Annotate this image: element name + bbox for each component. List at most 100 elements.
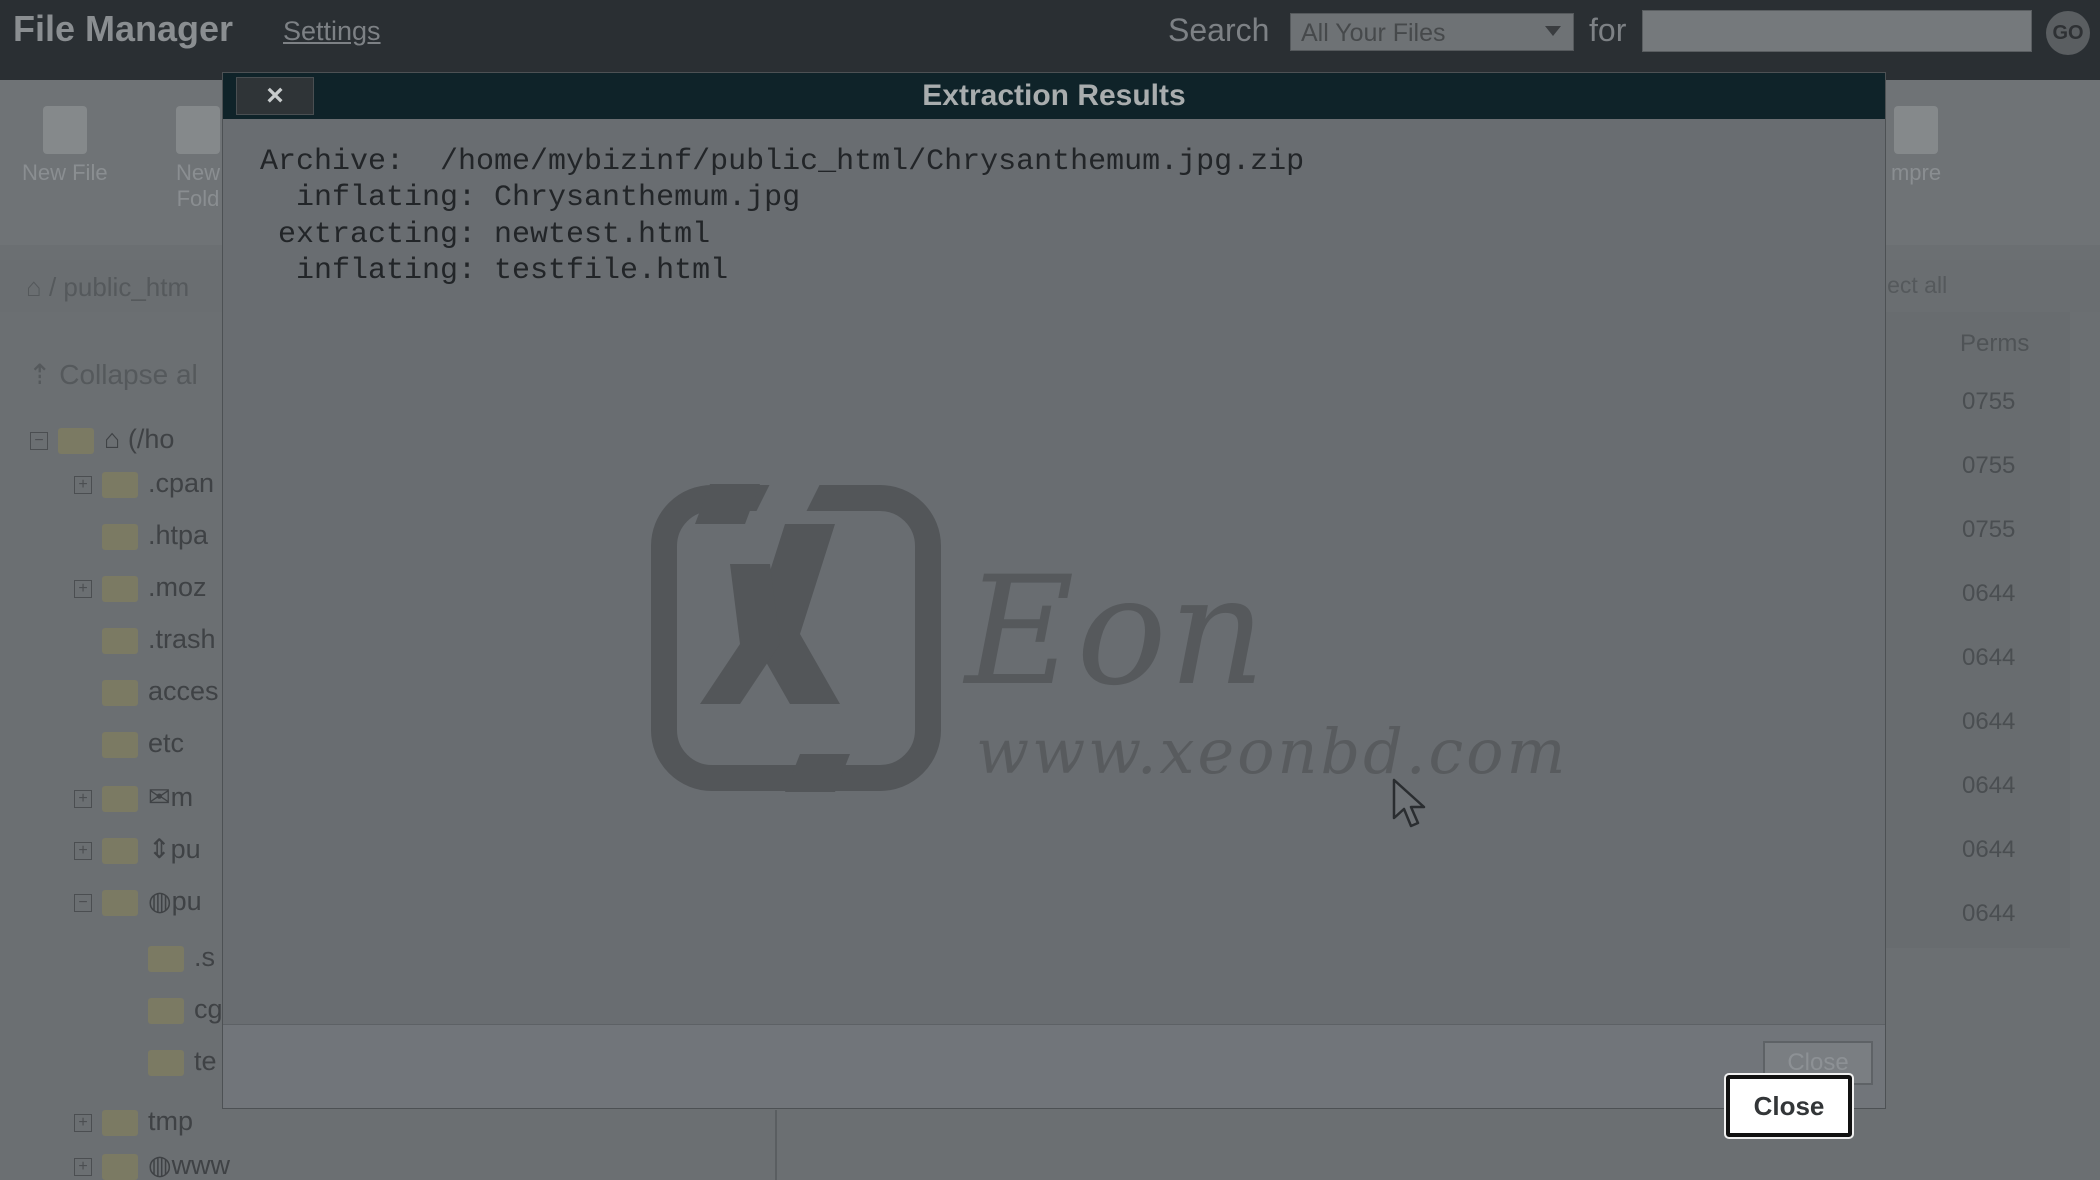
tree-item[interactable]: cg <box>148 994 223 1030</box>
new-file-icon <box>42 106 87 154</box>
top-bar: File Manager Settings Search All Your Fi… <box>0 0 2100 80</box>
collapse-icon: ⇡ <box>28 359 52 390</box>
log-line: inflating: testfile.html <box>260 254 729 288</box>
watermark-url: www.xeonbd.com <box>976 715 1569 788</box>
expand-toggle-icon[interactable]: + <box>74 789 92 808</box>
perm-value: 0755 <box>1962 516 2016 543</box>
perm-value: 0755 <box>1962 388 2016 415</box>
compress-label: mpre <box>1890 160 1942 185</box>
new-file-button[interactable]: New File <box>22 106 108 186</box>
tree-item[interactable]: acces <box>102 676 219 712</box>
tree-item-label: .htpa <box>148 520 209 550</box>
for-label: for <box>1589 12 1627 48</box>
tree-item-label: .trash <box>148 624 216 654</box>
tree-item-label: .s <box>194 942 216 972</box>
tree-item[interactable]: .trash <box>102 624 216 660</box>
perm-value: 0644 <box>1962 772 2016 799</box>
new-folder-button[interactable]: New Fold <box>172 106 224 212</box>
new-file-label: New File <box>22 160 108 185</box>
pane-divider[interactable] <box>775 1110 777 1180</box>
search-input[interactable] <box>1642 10 2032 52</box>
dialog-title: Extraction Results <box>922 79 1186 112</box>
perm-value: 0755 <box>1962 452 2016 479</box>
go-button[interactable]: GO <box>2046 11 2090 55</box>
folder-icon <box>102 471 138 498</box>
folder-icon <box>148 997 184 1024</box>
tree-item[interactable]: + ◍www <box>74 1150 230 1180</box>
folder-icon <box>102 1109 138 1136</box>
mouse-cursor-icon <box>1392 778 1426 828</box>
tree-item[interactable]: + ✉m <box>74 782 193 818</box>
folder-icon <box>102 575 138 602</box>
folder-icon <box>102 889 138 916</box>
folder-icon <box>58 427 94 454</box>
search-scope-select[interactable]: All Your Files <box>1290 13 1574 51</box>
tree-item-label: tmp <box>148 1106 194 1136</box>
tree-item-label: acces <box>148 676 219 706</box>
tree-item-root[interactable]: − ⌂ (/ho <box>30 424 174 460</box>
dialog-footer <box>223 1024 1885 1108</box>
folder-icon <box>102 1153 138 1180</box>
select-all-link[interactable]: lect all <box>1882 272 1947 299</box>
tree-item-label: .moz <box>148 572 207 602</box>
collapse-all-link[interactable]: ⇡ Collapse al <box>28 358 198 391</box>
breadcrumb[interactable]: ⌂ / public_htm <box>26 272 189 303</box>
search-scope-value: All Your Files <box>1301 19 1446 47</box>
close-button[interactable]: Close <box>1724 1073 1854 1139</box>
perm-value: 0644 <box>1962 900 2016 927</box>
tree-item-label: etc <box>148 728 185 758</box>
log-line: inflating: Chrysanthemum.jpg <box>260 181 801 215</box>
folder-icon <box>102 679 138 706</box>
home-icon: ⌂ <box>26 272 42 302</box>
folder-icon <box>102 731 138 758</box>
ftp-icon: ⇕ <box>148 834 171 864</box>
tree-item-label: cg <box>194 994 223 1024</box>
globe-icon: ◍ <box>148 886 172 916</box>
tree-item[interactable]: etc <box>102 728 184 764</box>
perms-header[interactable]: Perms <box>1960 330 2029 358</box>
expand-toggle-icon[interactable]: + <box>74 579 92 598</box>
compress-button[interactable]: mpre <box>1886 106 1946 186</box>
close-icon[interactable]: × <box>236 77 314 115</box>
expand-toggle-icon[interactable]: + <box>74 1157 92 1176</box>
tree-item-label: .cpan <box>148 468 215 498</box>
watermark-logo-icon <box>651 484 941 792</box>
tree-item[interactable]: + tmp <box>74 1106 193 1142</box>
tree-item[interactable]: − ◍pu <box>74 886 202 922</box>
collapse-label: Collapse al <box>59 359 198 390</box>
tree-item-label: www <box>171 1150 231 1180</box>
folder-icon <box>102 785 138 812</box>
globe-icon: ◍ <box>148 1150 172 1180</box>
new-folder-icon <box>176 106 220 154</box>
perm-value: 0644 <box>1962 644 2016 671</box>
mail-icon: ✉ <box>148 782 171 812</box>
dialog-header: Extraction Results × <box>223 73 1885 119</box>
tree-item-label: pu <box>171 886 202 916</box>
chevron-down-icon <box>1545 26 1561 36</box>
tree-item[interactable]: + ⇕pu <box>74 834 201 870</box>
settings-link[interactable]: Settings <box>283 16 381 47</box>
collapse-toggle-icon[interactable]: − <box>74 893 92 912</box>
compress-icon <box>1894 106 1938 154</box>
expand-toggle-icon[interactable]: + <box>74 1113 92 1132</box>
tree-item[interactable]: .htpa <box>102 520 208 556</box>
new-folder-label: New Fold <box>175 160 220 211</box>
tree-item[interactable]: .s <box>148 942 215 978</box>
watermark-brand: Eon <box>965 545 1268 719</box>
home-icon: ⌂ <box>104 424 121 454</box>
tree-item[interactable]: + .moz <box>74 572 207 608</box>
perm-value: 0644 <box>1962 708 2016 735</box>
collapse-toggle-icon[interactable]: − <box>30 431 48 450</box>
log-line: Archive: /home/mybizinf/public_html/Chry… <box>260 145 1305 179</box>
app-title: File Manager <box>13 8 234 49</box>
log-line: extracting: newtest.html <box>260 218 711 252</box>
expand-toggle-icon[interactable]: + <box>74 475 92 494</box>
tree-item[interactable]: + .cpan <box>74 468 214 504</box>
tree-item[interactable]: te <box>148 1046 217 1082</box>
tree-item-label: te <box>194 1046 217 1076</box>
expand-toggle-icon[interactable]: + <box>74 841 92 860</box>
folder-icon <box>102 837 138 864</box>
perm-value: 0644 <box>1962 580 2016 607</box>
folder-icon <box>102 627 138 654</box>
search-label: Search <box>1168 12 1270 48</box>
